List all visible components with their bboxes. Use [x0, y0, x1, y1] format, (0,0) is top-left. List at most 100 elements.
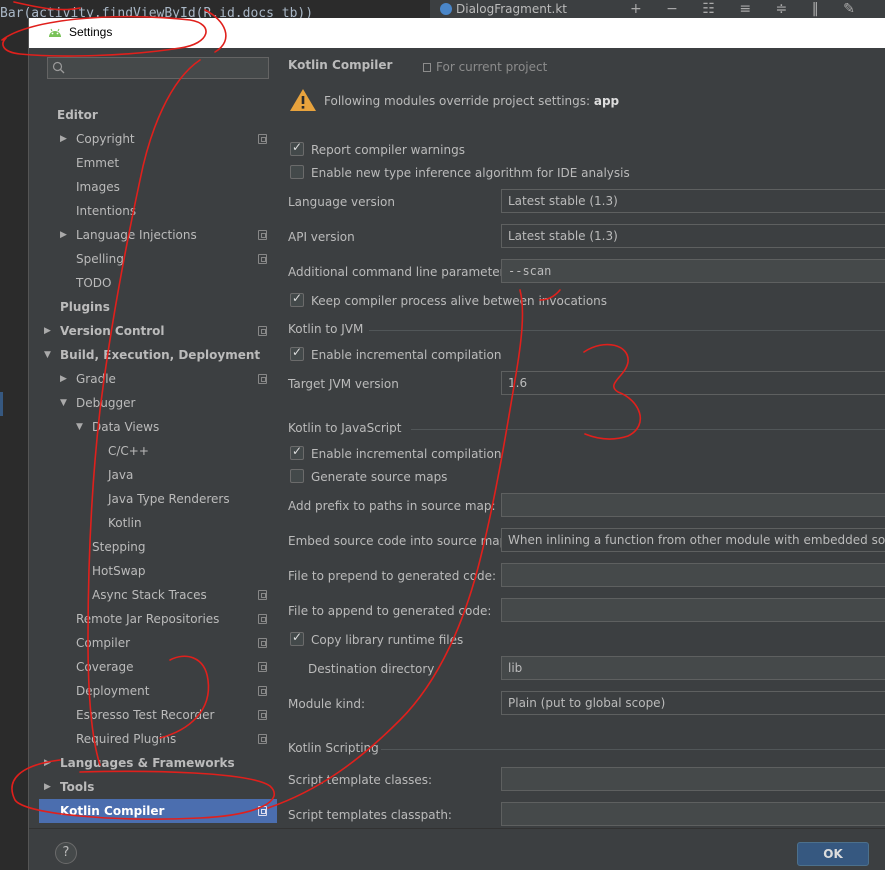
tree-item-remote-jar-repositories[interactable]: Remote Jar Repositories	[39, 607, 279, 631]
ok-button[interactable]: OK	[797, 842, 869, 866]
tree-item-kotlin[interactable]: Kotlin	[39, 511, 279, 535]
chevron-right-icon[interactable]: ▶	[60, 367, 67, 391]
tree-item-required-plugins[interactable]: Required Plugins	[39, 727, 279, 751]
project-scope-icon	[258, 326, 267, 336]
tree-item-images[interactable]: Images	[39, 175, 279, 199]
tree-item-java-type-renderers[interactable]: Java Type Renderers	[39, 487, 279, 511]
chevron-down-icon[interactable]: ▼	[44, 343, 51, 367]
warning-module-name: app	[593, 94, 620, 108]
language-version-label: Language version	[288, 195, 395, 209]
keep-alive-label: Keep compiler process alive between invo…	[311, 294, 608, 308]
report-warnings-checkbox[interactable]	[290, 140, 304, 156]
new-inference-checkbox[interactable]	[290, 165, 304, 179]
editor-tab[interactable]: DialogFragment.kt	[440, 2, 567, 16]
tree-item-c-c[interactable]: C/C++	[39, 439, 279, 463]
tree-item-label: Plugins	[60, 300, 110, 314]
scripting-section-title: Kotlin Scripting	[288, 741, 379, 755]
prefix-paths-input[interactable]	[501, 493, 885, 517]
tree-item-editor[interactable]: Editor	[39, 103, 279, 127]
language-version-select[interactable]: Latest stable (1.3)	[501, 189, 885, 213]
tree-item-hotswap[interactable]: HotSwap	[39, 559, 279, 583]
project-scope-icon	[258, 134, 267, 144]
prepend-file-input[interactable]	[501, 563, 885, 587]
tree-item-label: Remote Jar Repositories	[76, 612, 220, 626]
tree-item-emmet[interactable]: Emmet	[39, 151, 279, 175]
tree-item-label: Debugger	[76, 396, 136, 410]
api-version-select[interactable]: Latest stable (1.3)	[501, 224, 885, 248]
project-scope-icon	[258, 254, 267, 264]
chevron-down-icon[interactable]: ▼	[60, 391, 67, 415]
js-section-title: Kotlin to JavaScript	[288, 421, 402, 435]
tree-item-intentions[interactable]: Intentions	[39, 199, 279, 223]
tree-item-todo[interactable]: TODO	[39, 271, 279, 295]
prepend-file-label: File to prepend to generated code:	[288, 569, 497, 583]
copy-runtime-label: Copy library runtime files	[311, 633, 464, 647]
tree-item-kotlin-compiler[interactable]: Kotlin Compiler	[39, 799, 279, 823]
js-incremental-checkbox[interactable]	[290, 444, 304, 460]
tree-item-coverage[interactable]: Coverage	[39, 655, 279, 679]
tree-item-java[interactable]: Java	[39, 463, 279, 487]
jvm-section-divider	[369, 330, 885, 331]
project-scope-icon	[258, 710, 267, 720]
tree-item-deployment[interactable]: Deployment	[39, 679, 279, 703]
dialog-titlebar[interactable]: Settings	[29, 18, 885, 48]
kotlin-file-icon	[440, 3, 452, 15]
tree-item-label: Deployment	[76, 684, 150, 698]
chevron-right-icon[interactable]: ▶	[60, 127, 67, 151]
chevron-right-icon[interactable]: ▶	[60, 223, 67, 247]
tree-item-espresso-test-recorder[interactable]: Espresso Test Recorder	[39, 703, 279, 727]
project-scope-icon	[258, 230, 267, 240]
tree-item-version-control[interactable]: ▶ Version Control	[39, 319, 279, 343]
tree-item-compiler[interactable]: Compiler	[39, 631, 279, 655]
project-scope-icon	[258, 638, 267, 648]
jvm-section-title: Kotlin to JVM	[288, 322, 364, 336]
help-button[interactable]: ?	[55, 842, 77, 864]
project-scope-icon	[258, 590, 267, 600]
new-inference-label: Enable new type inference algorithm for …	[311, 166, 630, 180]
tree-item-spelling[interactable]: Spelling	[39, 247, 279, 271]
chevron-right-icon[interactable]: ▶	[44, 775, 51, 799]
keep-alive-checkbox[interactable]	[290, 291, 304, 307]
target-jvm-select[interactable]: 1.6	[501, 371, 885, 395]
project-scope-icon	[258, 662, 267, 672]
copy-runtime-checkbox[interactable]	[290, 630, 304, 646]
tree-item-label: Kotlin	[108, 516, 142, 530]
source-maps-checkbox[interactable]	[290, 469, 304, 483]
tree-item-plugins[interactable]: Plugins	[39, 295, 279, 319]
tree-item-label: Java	[108, 468, 134, 482]
jvm-incremental-checkbox[interactable]	[290, 345, 304, 361]
warning-text: Following modules override project setti…	[324, 94, 594, 108]
tree-item-label: Stepping	[92, 540, 146, 554]
tree-item-label: Data Views	[92, 420, 160, 434]
project-scope-icon	[258, 614, 267, 624]
tree-item-copyright[interactable]: ▶ Copyright	[39, 127, 279, 151]
tree-item-stepping[interactable]: Stepping	[39, 535, 279, 559]
tree-item-async-stack-traces[interactable]: Async Stack Traces	[39, 583, 279, 607]
project-scope-icon	[258, 806, 267, 816]
tree-item-data-views[interactable]: ▼ Data Views	[39, 415, 279, 439]
embed-source-select[interactable]: When inlining a function from other modu…	[501, 528, 885, 552]
append-file-input[interactable]	[501, 598, 885, 622]
chevron-right-icon[interactable]: ▶	[44, 751, 51, 775]
tree-item-debugger[interactable]: ▼ Debugger	[39, 391, 279, 415]
editor-toolbar-icons[interactable]: + − ☷ ≡ ≑ ‖ ✎	[630, 1, 865, 17]
additional-params-input[interactable]: --scan	[501, 259, 885, 283]
tree-item-gradle[interactable]: ▶ Gradle	[39, 367, 279, 391]
tree-item-languages-frameworks[interactable]: ▶ Languages & Frameworks	[39, 751, 279, 775]
chevron-down-icon[interactable]: ▼	[76, 415, 83, 439]
destination-input[interactable]: lib	[501, 656, 885, 680]
script-classes-input[interactable]	[501, 767, 885, 791]
module-kind-select[interactable]: Plain (put to global scope)	[501, 691, 885, 715]
tree-item-label: Spelling	[76, 252, 124, 266]
target-jvm-label: Target JVM version	[288, 377, 399, 391]
chevron-right-icon[interactable]: ▶	[44, 319, 51, 343]
tree-item-label: TODO	[76, 276, 112, 290]
settings-search-input[interactable]	[47, 57, 269, 79]
tree-item-build-execution-deployment[interactable]: ▼ Build, Execution, Deployment	[39, 343, 279, 367]
dialog-title: Settings	[69, 25, 113, 39]
tree-item-label: Build, Execution, Deployment	[60, 348, 261, 362]
tree-item-label: Async Stack Traces	[92, 588, 207, 602]
tree-item-tools[interactable]: ▶ Tools	[39, 775, 279, 799]
script-classpath-input[interactable]	[501, 802, 885, 826]
tree-item-language-injections[interactable]: ▶ Language Injections	[39, 223, 279, 247]
